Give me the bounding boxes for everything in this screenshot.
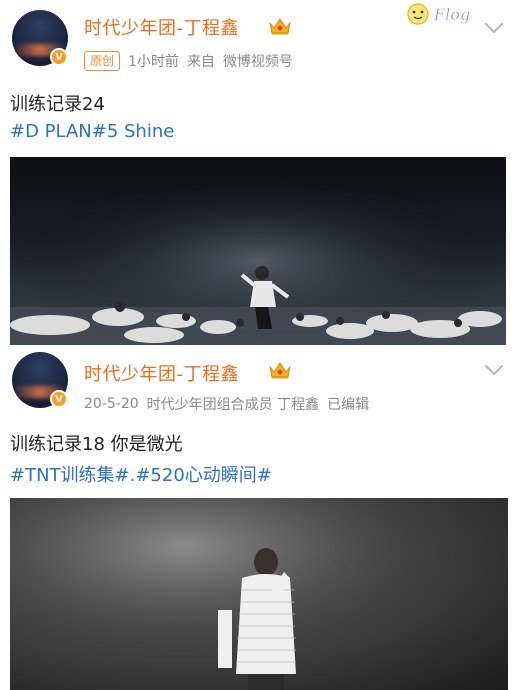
weibo-post: V 时代少年团-丁程鑫 20-5-20 时代少年团组合成员 丁程鑫 已编辑 训练… (0, 350, 518, 690)
username[interactable]: 时代少年团-丁程鑫 (84, 360, 239, 386)
verified-badge-icon: V (50, 390, 68, 408)
flog-sticker-icon: Flog (407, 3, 470, 25)
user-identity: 时代少年团组合成员 丁程鑫 (146, 397, 320, 413)
post-text: 训练记录18 你是微光 (10, 434, 183, 455)
username[interactable]: 时代少年团-丁程鑫 (84, 14, 239, 40)
post-source[interactable]: 微博视频号 (223, 51, 293, 71)
post-meta: 原创 1小时前 来自 微博视频号 (84, 51, 293, 71)
post-topics[interactable]: #TNT训练集#.#520心动瞬间# (10, 461, 272, 487)
verified-badge-icon: V (50, 48, 68, 66)
photo-frame (10, 498, 508, 690)
chevron-down-icon[interactable] (484, 22, 504, 34)
post-video[interactable] (10, 157, 506, 345)
weibo-post: V 时代少年团-丁程鑫 原创 1小时前 来自 微博视频号 训练记录24 #D P… (0, 0, 518, 350)
post-topics[interactable]: #D PLAN#5 Shine (10, 121, 174, 142)
chevron-down-icon[interactable] (484, 364, 504, 376)
post-photo[interactable] (10, 498, 508, 690)
post-text: 训练记录24 (10, 94, 105, 115)
post-time: 1小时前 (128, 54, 179, 70)
edited-label[interactable]: 已编辑 (327, 394, 369, 414)
crown-icon (269, 18, 291, 35)
post-meta: 20-5-20 时代少年团组合成员 丁程鑫 已编辑 (84, 394, 369, 414)
crown-icon (269, 362, 291, 379)
sticker-text: Flog (433, 5, 470, 24)
original-tag: 原创 (84, 51, 121, 71)
source-prefix: 来自 (186, 54, 215, 70)
video-frame (10, 157, 506, 345)
post-date: 20-5-20 (84, 396, 139, 412)
